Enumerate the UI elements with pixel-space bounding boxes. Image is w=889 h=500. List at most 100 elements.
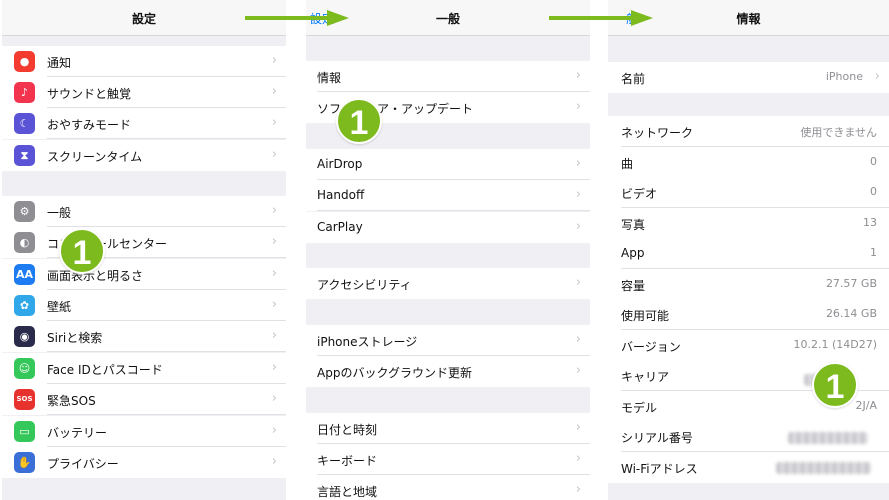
about-item-4[interactable]: App 1 [608,238,889,269]
row-label: 曲 [621,156,634,171]
step-number: 1 [825,368,845,406]
chevron-right-icon: › [575,451,581,466]
row-value: 13 [863,215,877,229]
general-item-8[interactable]: 日付と時刻 › [306,413,590,444]
sos-icon: SOS [14,389,35,410]
about-item-0[interactable]: ネットワーク 使用できません [608,116,889,147]
row-label: 情報 [317,71,342,85]
chevron-right-icon: › [271,203,277,218]
chevron-right-icon: › [575,219,581,234]
row-label: 一般 [47,206,72,220]
row-label: バージョン [621,339,681,354]
chevron-right-icon: › [271,328,277,343]
row-label: CarPlay [317,220,363,234]
general-item-6[interactable]: iPhoneストレージ › [306,325,590,356]
about-item-3[interactable]: 写真 13 [608,207,889,239]
general-item-9[interactable]: キーボード › [306,444,590,475]
settings-item-9[interactable]: ☺ Face IDとパスコード › [2,353,286,384]
row-label: サウンドと触覚 [47,87,132,101]
about-item-2[interactable]: ビデオ 0 [608,177,889,208]
step-badge: 1 [812,362,858,408]
chevron-right-icon: › [271,84,277,99]
row-label: アクセシビリティ [317,278,412,292]
row-label: ビデオ [621,187,658,201]
general-item-10[interactable]: 言語と地域 › [306,475,590,500]
step-number: 1 [72,234,92,272]
settings-item-8[interactable]: ◉ Siriと検索 › [2,321,286,352]
face-id-icon: ☺ [14,358,35,379]
settings-item-11[interactable]: ▭ バッテリー › [2,416,286,447]
wallpaper-icon: ✿ [14,295,35,316]
chevron-right-icon: › [271,234,277,249]
arrow-right-icon [245,10,349,26]
name-label: 名前 [621,72,646,86]
step-badge: 1 [59,228,105,274]
chevron-right-icon: › [271,297,277,312]
general-item-3[interactable]: Handoff › [306,180,590,211]
settings-panel: 設定 ● 通知 › ♪ サウンドと触覚 › ☾ おやすみモード › ⧗ スクリーンタイム › ⚙ 一般 › ◐… [2,0,286,500]
row-label: Handoff [317,188,365,202]
about-panel: 一般 情報 名前 iPhone › ネットワーク使用できません曲0ビデオ0写真1… [608,0,889,500]
about-item-5[interactable]: 容量 27.57 GB [608,268,889,300]
general-item-0[interactable]: 情報 › [306,61,590,92]
general-item-2[interactable]: AirDrop › [306,149,590,180]
name-row[interactable]: 名前 iPhone › [608,62,889,93]
row-label: スクリーンタイム [47,150,143,164]
sound-icon: ♪ [14,82,35,103]
settings-item-6[interactable]: AA 画面表示と明るさ › [2,259,286,290]
row-label: 写真 [621,217,646,232]
row-label: キャリア [621,370,670,384]
battery-icon: ▭ [14,421,35,442]
row-label: 使用可能 [621,309,670,323]
settings-item-5[interactable]: ◐ コントロールセンター › [2,227,286,258]
row-value: 1 [870,246,877,259]
row-label: Appのバックグラウンド更新 [317,366,472,380]
about-item-7[interactable]: バージョン 10.2.1 (14D27) [608,329,889,361]
row-label: Face IDとパスコード [47,363,163,377]
row-label: 緊急SOS [47,394,96,408]
name-value: iPhone [825,70,863,83]
notifications-icon: ● [14,51,35,72]
about-item-6[interactable]: 使用可能 26.14 GB [608,299,889,330]
general-item-5[interactable]: アクセシビリティ › [306,268,590,299]
settings-item-4[interactable]: ⚙ 一般 › [2,196,286,227]
settings-item-10[interactable]: SOS 緊急SOS › [2,384,286,415]
row-label: 壁紙 [47,300,72,314]
chevron-right-icon: › [575,482,581,497]
row-label: 容量 [621,278,646,293]
row-label: 日付と時刻 [317,423,378,437]
row-value: 27.57 GB [825,276,877,290]
display-icon: AA [14,264,35,285]
siri-icon: ◉ [14,326,35,347]
row-separator [317,210,590,211]
serial-redacted [788,432,868,444]
row-value: 26.14 GB [825,307,877,320]
row-label: シリアル番号 [621,431,693,445]
settings-item-3[interactable]: ⧗ スクリーンタイム › [2,140,286,171]
row-label: iPhoneストレージ [317,335,418,349]
gear-icon: ⚙ [14,201,35,222]
chevron-right-icon: › [271,454,277,469]
settings-item-0[interactable]: ● 通知 › [2,46,286,77]
settings-navbar: 設定 [2,0,286,36]
chevron-right-icon: › [874,69,880,84]
row-label: Wi-Fiアドレス [621,461,698,476]
row-label: Siriと検索 [47,331,103,345]
about-item-1[interactable]: 曲0 [608,146,889,178]
row-value: 0 [870,185,877,198]
chevron-right-icon: › [575,99,581,114]
general-item-7[interactable]: Appのバックグラウンド更新 › [306,356,590,387]
settings-item-7[interactable]: ✿ 壁紙 › [2,290,286,321]
chevron-right-icon: › [271,53,277,68]
row-value: 10.2.1 (14D27) [793,337,877,351]
general-item-4[interactable]: CarPlay › [306,212,590,243]
settings-item-2[interactable]: ☾ おやすみモード › [2,108,286,139]
step-badge: 1 [336,98,382,144]
settings-item-12[interactable]: ✋ プライバシー › [2,447,286,478]
chevron-right-icon: › [575,363,581,378]
chevron-right-icon: › [575,68,581,83]
row-label: キーボード [317,454,378,468]
settings-item-1[interactable]: ♪ サウンドと触覚 › [2,77,286,108]
control-center-icon: ◐ [14,232,35,253]
chevron-right-icon: › [271,115,277,130]
